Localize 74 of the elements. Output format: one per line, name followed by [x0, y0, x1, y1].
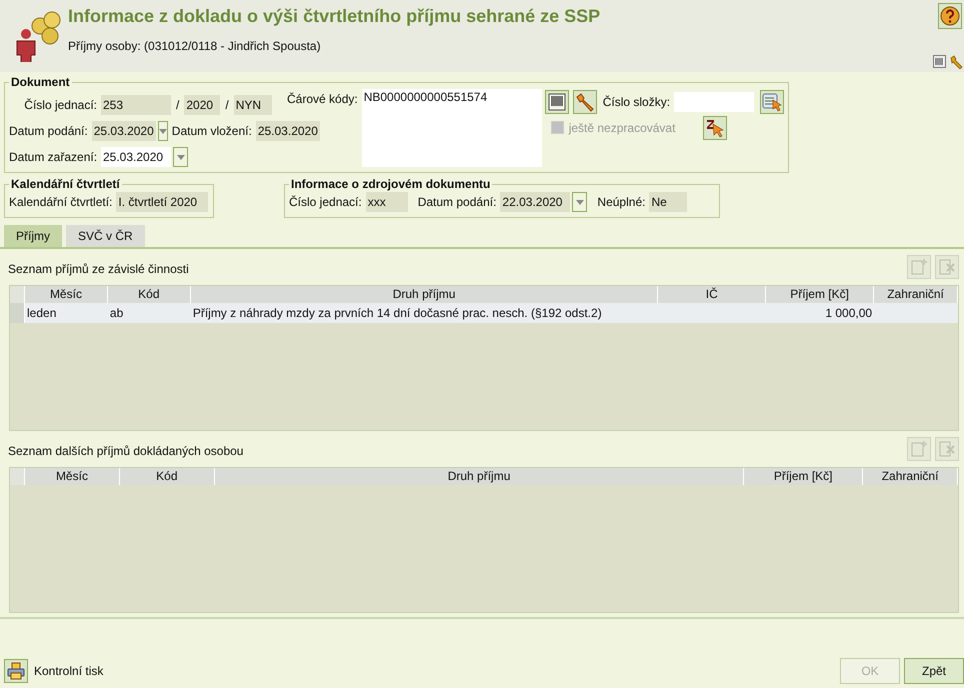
table-cell-text: 1 000,00: [824, 305, 874, 322]
print-label[interactable]: Kontrolní tisk: [34, 664, 104, 678]
help-icon: [940, 6, 960, 26]
caret-icon: [176, 154, 184, 160]
list-cursor-icon: [762, 92, 782, 112]
section-legend: Kalendářní čtvrtletí: [9, 177, 122, 191]
list-select-button[interactable]: [760, 90, 784, 114]
column-header[interactable]: Zahraniční: [874, 286, 958, 303]
table-title: Seznam dalších příjmů dokládaných osobou: [7, 443, 244, 458]
column-header[interactable]: Příjem [Kč]: [744, 468, 864, 485]
field-label: Datum zařazení:: [9, 150, 97, 164]
incomplete-field: Ne: [649, 192, 688, 212]
column-header[interactable]: Druh příjmu: [214, 468, 744, 485]
column-header[interactable]: Měsíc: [25, 286, 108, 303]
add-icon: [910, 258, 928, 276]
section-legend: Informace o zdrojovém dokumentu: [289, 177, 492, 191]
column-header[interactable]: Kód: [120, 468, 215, 485]
reference-field: xxx: [366, 192, 408, 212]
barcode-button[interactable]: [544, 90, 569, 114]
barcode-icon[interactable]: [933, 55, 946, 68]
separator-text: /: [175, 98, 180, 112]
barcode-icon: [548, 92, 566, 110]
date-field: 25.03.2020: [256, 121, 320, 141]
date-field[interactable]: 25.03.2020: [101, 147, 171, 167]
field-label: Datum vložení:: [172, 124, 252, 138]
help-button[interactable]: [938, 3, 962, 29]
field-label: Neúplné:: [597, 195, 646, 209]
folder-number-field[interactable]: [674, 92, 754, 112]
column-header[interactable]: IČ: [658, 286, 766, 303]
field-label: Datum podání:: [9, 124, 88, 138]
tab[interactable]: SVČ v ČR: [66, 225, 145, 247]
header-corner: [10, 286, 25, 303]
window-title: Informace z dokladu o výši čtvrtletního příjmu sehrané ze SSP: [68, 6, 600, 27]
remove-icon: [938, 258, 956, 276]
table-cell-text: Příjmy z náhrady mzdy za prvních 14 dní dočasné prac. nesch. (§192 odst.2): [192, 305, 603, 322]
section-legend: Dokument: [9, 75, 72, 89]
letter-cursor-icon: [704, 118, 725, 138]
add-icon: [910, 440, 928, 458]
dropdown-button[interactable]: [173, 147, 188, 167]
quarter-field: I. čtvrtletí 2020: [116, 192, 208, 212]
window-subtitle: Příjmy osoby: (031012/0118 - Jindřich Spousta): [68, 39, 322, 53]
caret-icon: [576, 200, 584, 204]
column-header[interactable]: Příjem [Kč]: [766, 286, 874, 303]
dropdown-button[interactable]: [158, 121, 168, 141]
suffix-field: NYN: [234, 95, 272, 115]
year-field: 2020: [184, 95, 220, 115]
cursor-button[interactable]: [702, 116, 727, 140]
separator-text: /: [224, 98, 230, 112]
header-corner: [10, 468, 25, 485]
field-label: Čárové kódy:: [287, 92, 358, 106]
tab[interactable]: Příjmy: [4, 225, 62, 247]
field-label: Číslo složky:: [602, 94, 670, 108]
table-cell-text: leden: [26, 305, 58, 322]
wrench-button[interactable]: [572, 90, 597, 114]
date-field: 22.03.2020: [500, 192, 570, 212]
field-label: Číslo jednací:: [23, 98, 97, 112]
column-header[interactable]: Měsíc: [25, 468, 120, 485]
field-label: Číslo jednací:: [289, 195, 362, 209]
column-header[interactable]: Zahraniční: [863, 468, 958, 485]
field-label: Kalendářní čtvrtletí:: [9, 195, 112, 209]
remove-icon: [938, 440, 956, 458]
column-header[interactable]: Kód: [108, 286, 191, 303]
table-title: Seznam příjmů ze závislé činnosti: [7, 261, 189, 276]
barcodes-field[interactable]: NB0000000000551574: [362, 89, 542, 167]
table-cell-text: ab: [108, 305, 124, 322]
printer-icon: [7, 662, 25, 680]
dropdown-button[interactable]: [572, 192, 588, 212]
caret-icon: [158, 128, 167, 134]
dialog-button[interactable]: Zpět: [904, 658, 964, 684]
column-header[interactable]: Druh příjmu: [190, 286, 658, 303]
date-field[interactable]: 25.03.2020: [92, 121, 156, 141]
print-button[interactable]: [4, 659, 28, 683]
number-field: 253: [101, 95, 171, 115]
field-label: Datum podání:: [418, 195, 496, 209]
